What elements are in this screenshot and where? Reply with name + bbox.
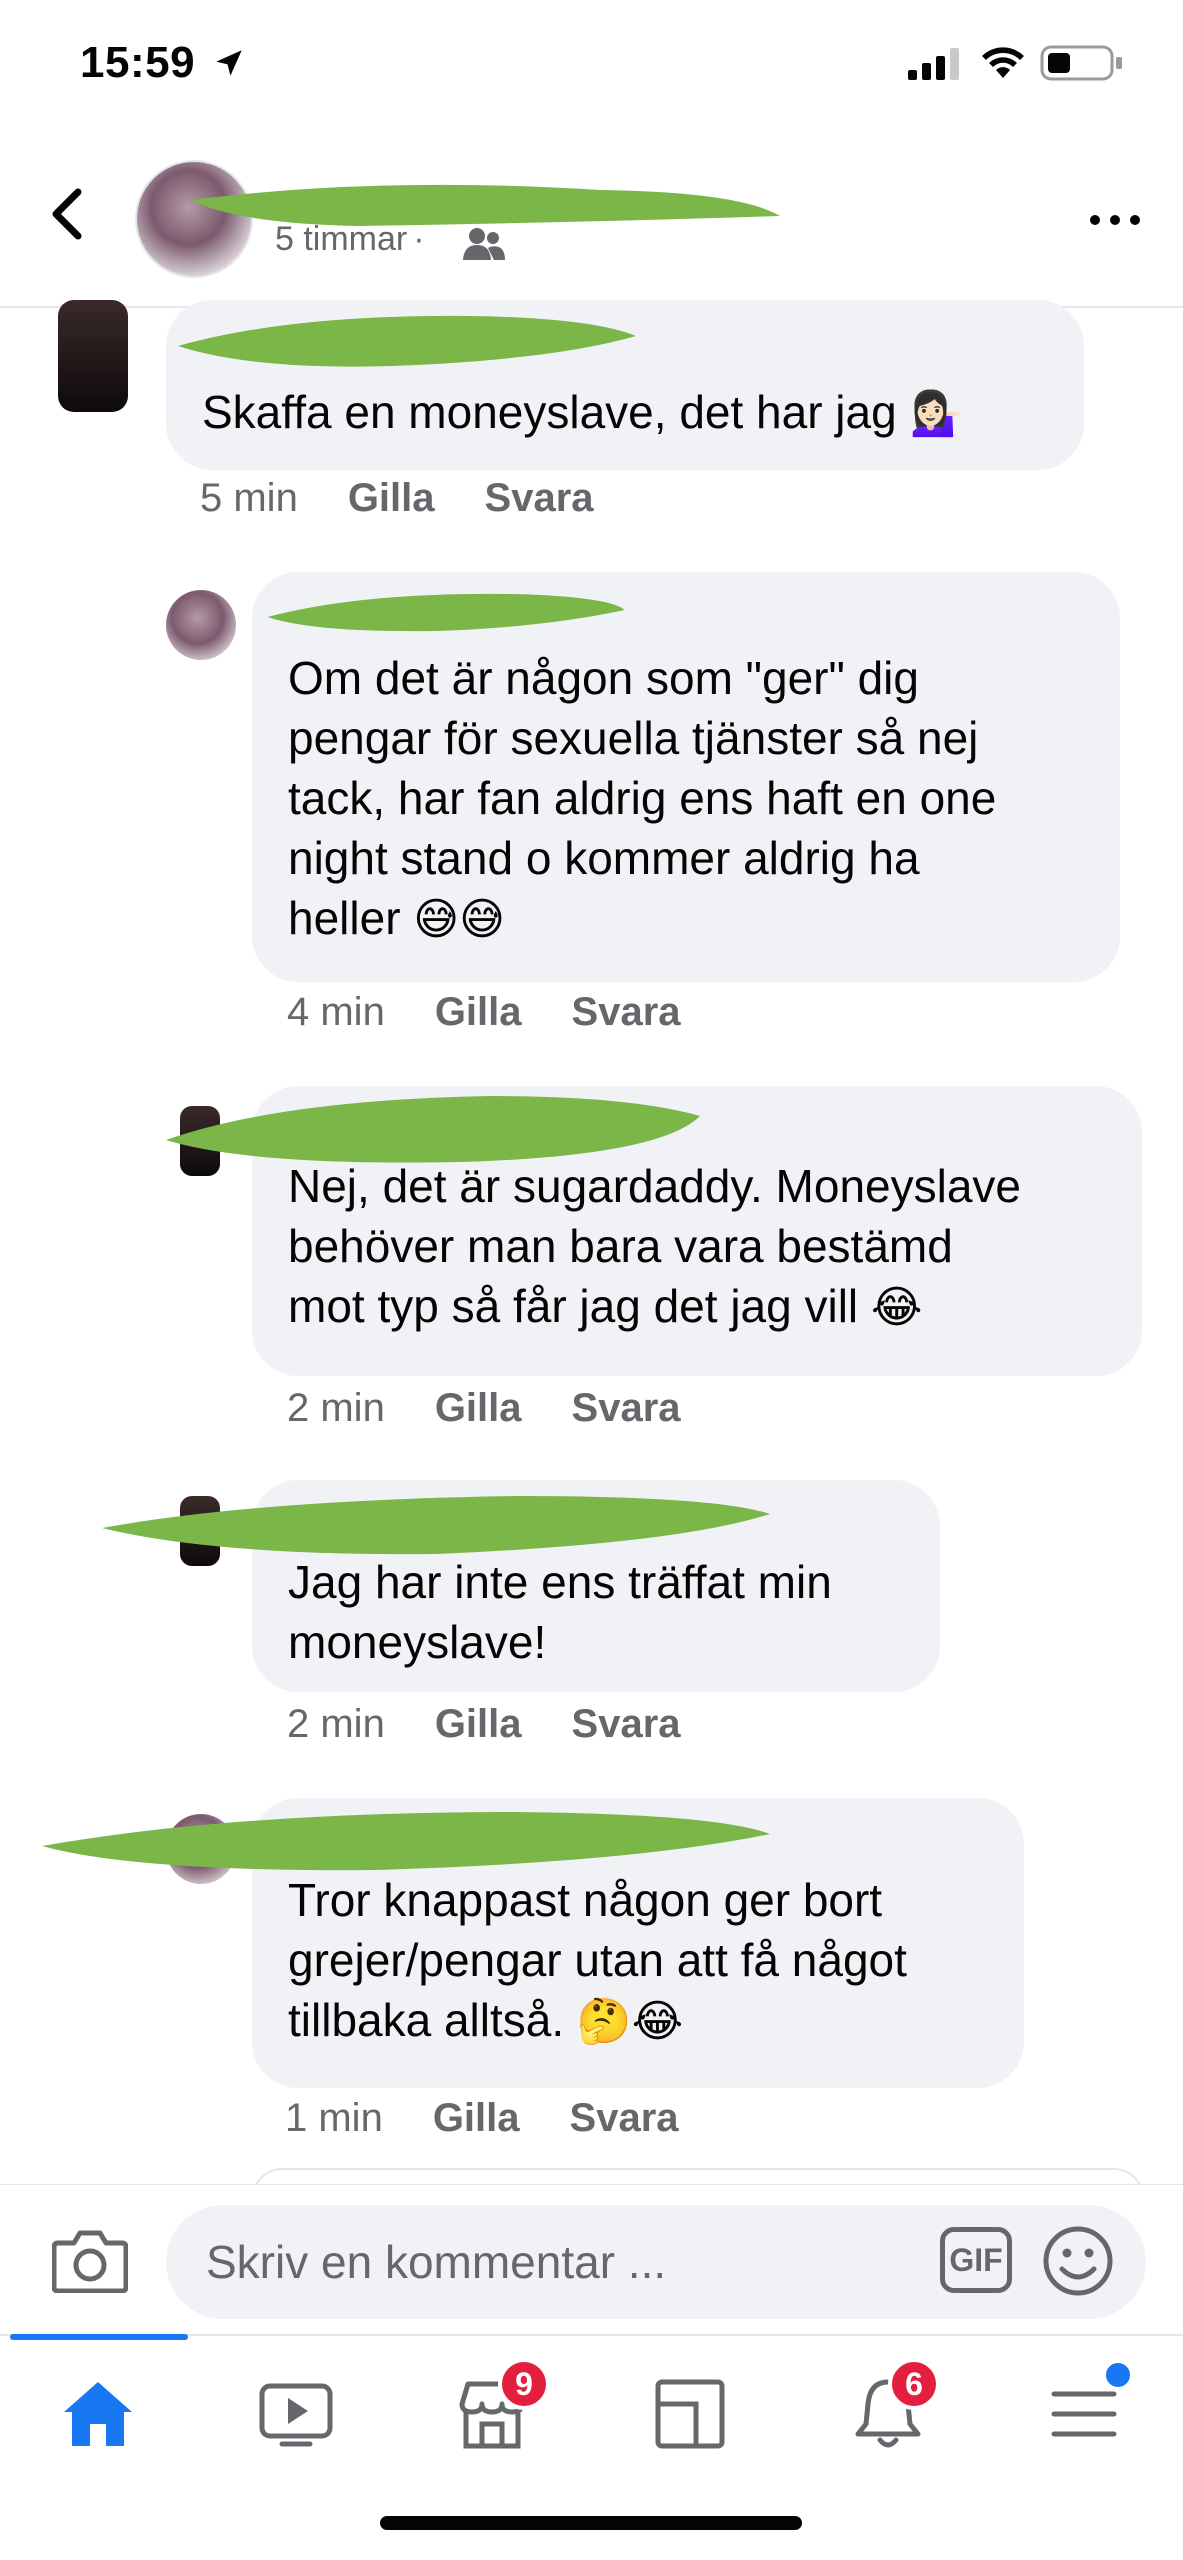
active-tab-indicator — [10, 2334, 188, 2340]
redacted-name — [102, 1496, 770, 1555]
comment-time: 2 min — [287, 1386, 385, 1430]
post-header: 5 timmar · — [0, 130, 1183, 308]
emoji-icon[interactable] — [1042, 2225, 1114, 2297]
comment-composer: GIF — [0, 2184, 1183, 2334]
tab-pages[interactable] — [630, 2366, 750, 2466]
separator: · — [413, 220, 425, 258]
like-button[interactable]: Gilla — [435, 1702, 522, 1747]
comment-meta: 2 min Gilla Svara — [287, 1386, 681, 1431]
home-icon — [64, 2382, 132, 2446]
tab-watch[interactable] — [236, 2366, 356, 2466]
comment-emoji: 💁🏻‍♀️ — [909, 388, 965, 439]
wifi-icon — [982, 47, 1024, 78]
comment: Nej, det är sugardaddy. Moneyslave behöv… — [0, 1086, 1183, 1446]
menu-notification-dot — [1103, 2360, 1133, 2390]
marketplace-badge: 9 — [498, 2358, 550, 2410]
notifications-badge: 6 — [888, 2358, 940, 2410]
comment-body: Skaffa en moneyslave, det har jag — [202, 386, 897, 438]
status-bar: 15:59 — [0, 0, 1183, 130]
comment: Om det är någon som "ger" dig pengar för… — [0, 572, 1183, 1042]
comment-text: Om det är någon som "ger" dig pengar för… — [288, 648, 996, 950]
comment-text: Skaffa en moneyslave, det har jag 💁🏻‍♀️ — [202, 382, 964, 444]
avatar[interactable] — [166, 590, 236, 660]
cellular-signal-icon — [908, 48, 959, 80]
comment-text: Nej, det är sugardaddy. Moneyslave behöv… — [288, 1156, 1021, 1338]
comment-meta: 5 min Gilla Svara — [200, 476, 594, 521]
redacted-name — [42, 1812, 770, 1871]
camera-icon[interactable] — [52, 2227, 128, 2293]
comment-body: Om det är någon som "ger" dig pengar för… — [288, 652, 997, 944]
comment: Jag har inte ens träffat min moneyslave!… — [0, 1480, 1183, 1760]
avatar[interactable] — [58, 300, 128, 412]
comment-time: 5 min — [200, 476, 298, 520]
pages-icon — [655, 2379, 725, 2449]
home-indicator — [380, 2516, 802, 2530]
comment: Tror knappast någon ger bort grejer/peng… — [0, 1798, 1183, 2158]
watch-icon — [259, 2383, 333, 2447]
tab-notifications[interactable]: 6 — [828, 2358, 948, 2466]
battery-icon — [1040, 45, 1122, 81]
more-options-button[interactable] — [1085, 190, 1145, 250]
reply-button[interactable]: Svara — [570, 2096, 679, 2141]
reply-button[interactable]: Svara — [572, 1386, 681, 1431]
post-time: 5 timmar — [275, 220, 408, 258]
comment-meta: 4 min Gilla Svara — [287, 990, 681, 1035]
comment-time: 2 min — [287, 1702, 385, 1746]
reply-button[interactable]: Svara — [572, 1702, 681, 1747]
like-button[interactable]: Gilla — [348, 476, 435, 521]
comment-meta: 1 min Gilla Svara — [285, 2096, 679, 2141]
back-button[interactable] — [40, 182, 96, 246]
reply-button[interactable]: Svara — [485, 476, 594, 521]
friends-icon — [463, 228, 505, 260]
like-button[interactable]: Gilla — [435, 1386, 522, 1431]
tab-marketplace[interactable]: 9 — [432, 2358, 552, 2466]
comment-emoji: 😅😅 — [413, 894, 506, 945]
comment-meta: 2 min Gilla Svara — [287, 1702, 681, 1747]
comment-time: 4 min — [287, 990, 385, 1034]
comment-time: 1 min — [285, 2096, 383, 2140]
redacted-name — [267, 593, 625, 632]
comment: Skaffa en moneyslave, det har jag 💁🏻‍♀️ … — [0, 300, 1183, 530]
tab-home[interactable] — [38, 2366, 158, 2466]
redacted-name — [178, 315, 636, 367]
like-button[interactable]: Gilla — [435, 990, 522, 1035]
gif-button[interactable]: GIF — [940, 2227, 1012, 2293]
like-button[interactable]: Gilla — [433, 2096, 520, 2141]
location-arrow-icon — [216, 50, 242, 76]
redacted-name — [166, 1096, 700, 1163]
reply-button[interactable]: Svara — [572, 990, 681, 1035]
comment-emoji: 😂 — [870, 1282, 923, 1333]
gif-label: GIF — [949, 2242, 1003, 2278]
status-time: 15:59 — [80, 38, 196, 87]
comment-text: Tror knappast någon ger bort grejer/peng… — [288, 1870, 907, 2052]
post-subtitle: 5 timmar · — [275, 220, 431, 259]
comment-emoji: 🤔😂 — [576, 1996, 684, 2047]
